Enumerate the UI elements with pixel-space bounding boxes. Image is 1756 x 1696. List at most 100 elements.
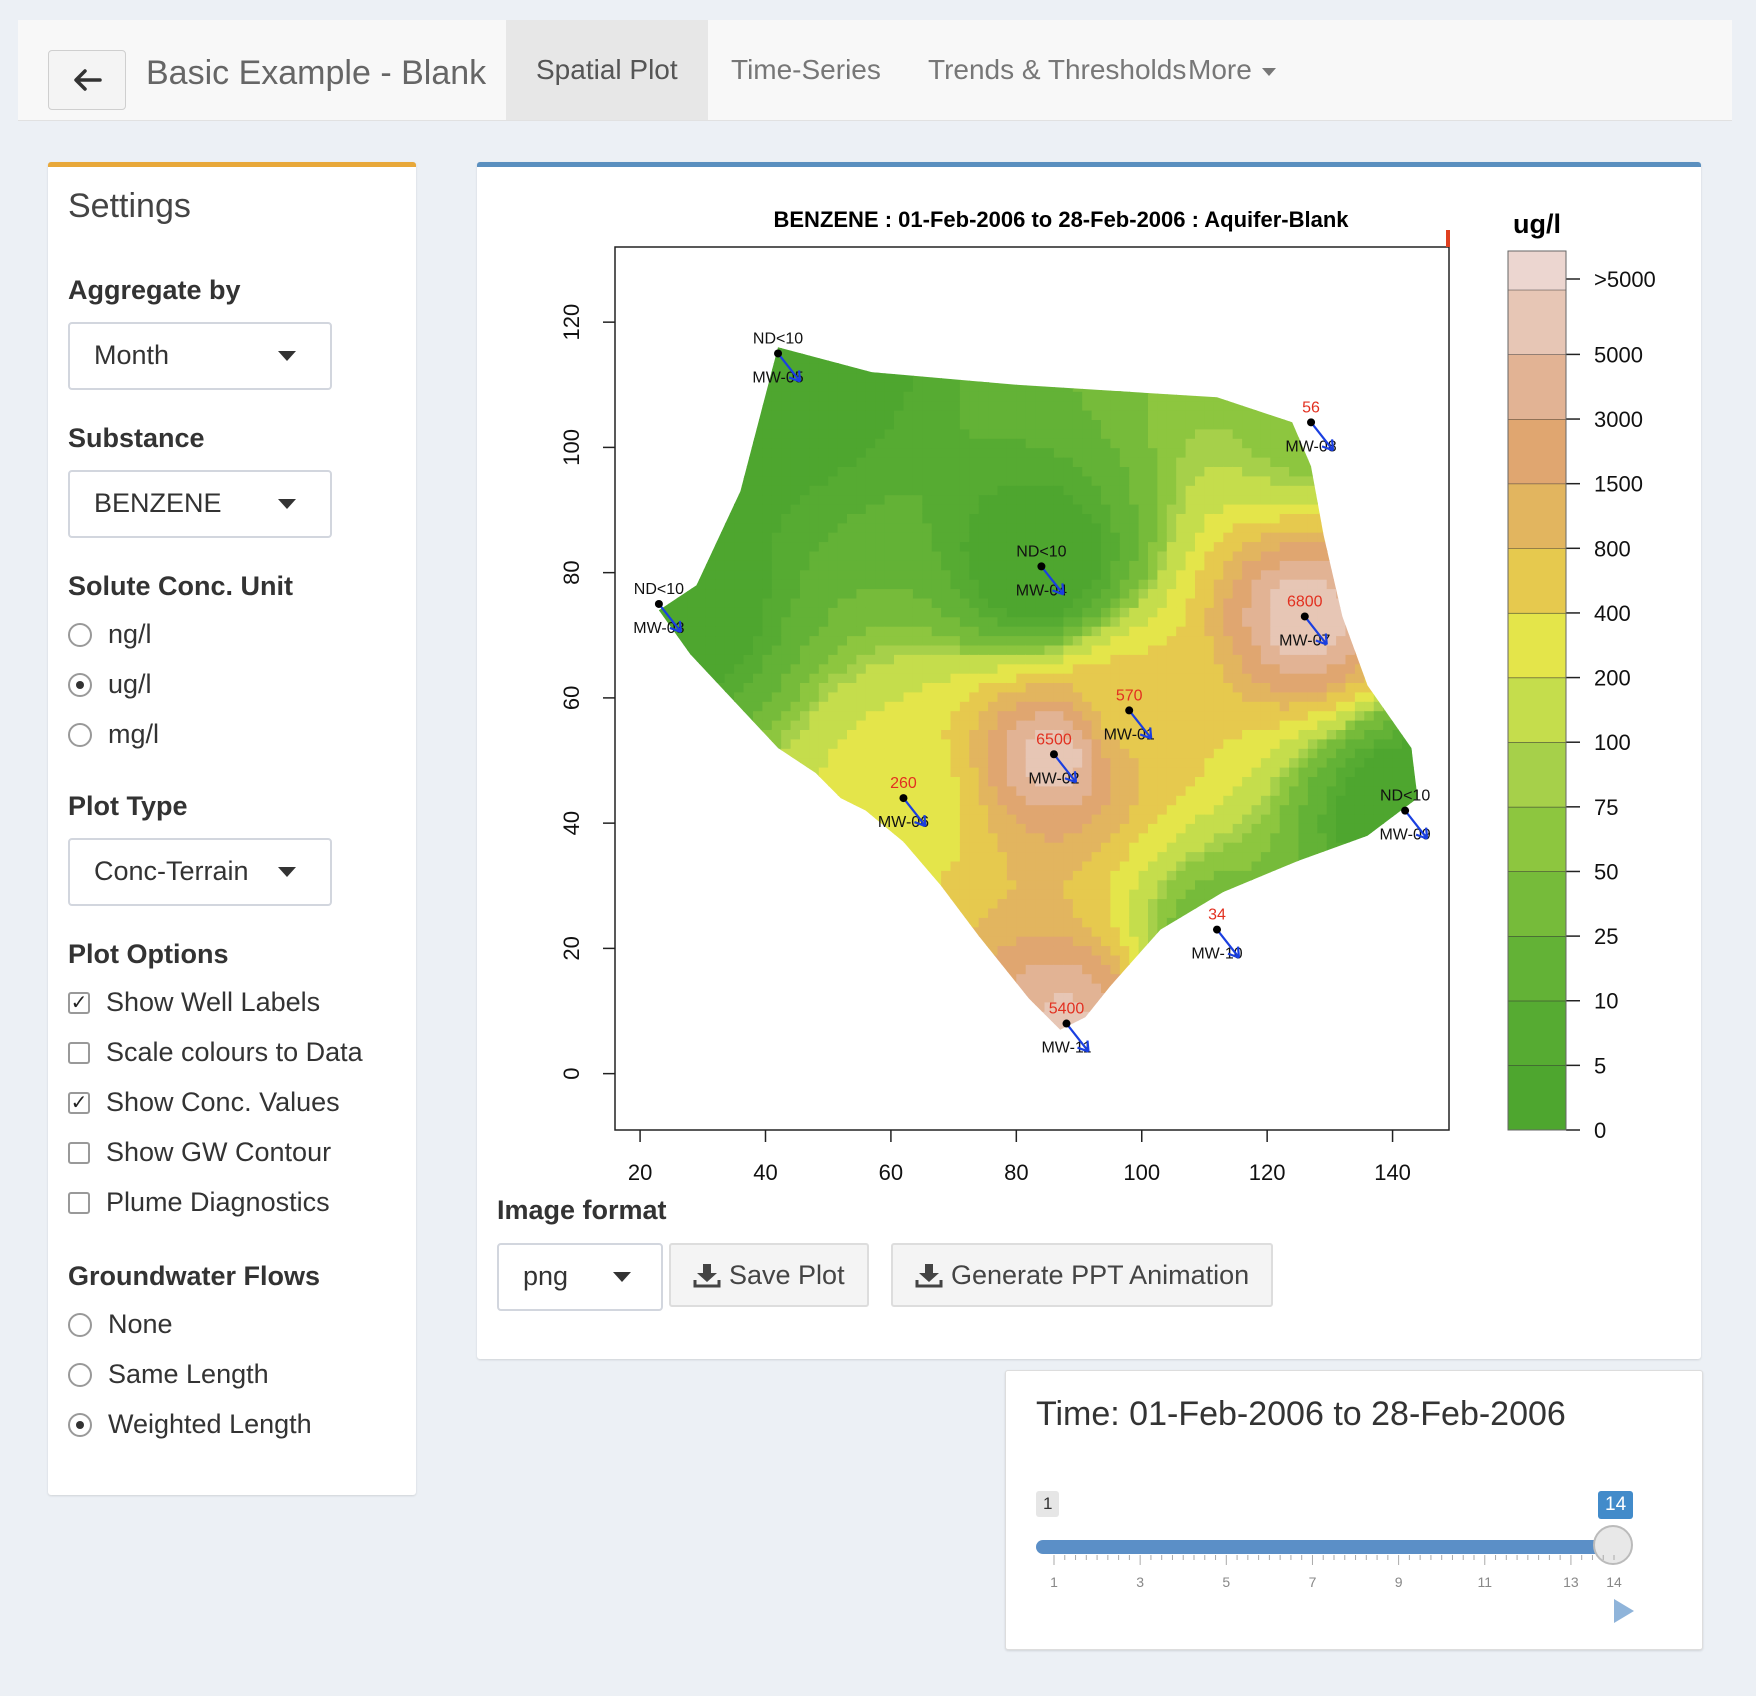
field-cell <box>1053 682 1065 693</box>
radio-circle[interactable] <box>68 722 92 747</box>
field-cell <box>959 635 971 646</box>
field-cell <box>771 625 782 637</box>
field-cell <box>997 347 1008 355</box>
checkbox-scale-colours[interactable]: Scale colours to Data <box>68 1037 363 1068</box>
field-cell <box>771 494 782 505</box>
field-cell <box>1044 625 1055 637</box>
radio-unit-ugl[interactable]: ug/l <box>68 669 152 700</box>
radio-gw-same-length[interactable]: Same Length <box>68 1359 269 1390</box>
field-cell <box>856 428 867 439</box>
field-cell <box>903 663 914 674</box>
field-cell <box>1157 335 1167 345</box>
field-cell <box>640 382 650 392</box>
field-cell <box>800 456 811 467</box>
checkbox-unchecked[interactable] <box>68 1191 90 1214</box>
field-cell <box>978 578 989 590</box>
field-cell <box>950 560 961 571</box>
field-cell <box>912 672 924 683</box>
field-cell <box>790 409 801 420</box>
field-cell <box>828 428 839 439</box>
field-cell <box>677 691 688 702</box>
field-cell <box>734 607 745 618</box>
checkbox-plume-diagnostics[interactable]: Plume Diagnostics <box>68 1187 330 1218</box>
field-cell <box>997 428 1008 439</box>
field-cell <box>818 795 829 806</box>
field-cell <box>696 353 707 364</box>
field-cell <box>724 588 735 599</box>
field-cell <box>1148 428 1159 439</box>
field-cell <box>1195 494 1206 505</box>
field-cell <box>847 372 858 383</box>
field-cell <box>1063 879 1074 890</box>
field-cell <box>1138 513 1149 524</box>
radio-gw-weighted-length[interactable]: Weighted Length <box>68 1409 312 1440</box>
field-cell <box>668 766 679 777</box>
field-cell <box>1006 804 1018 815</box>
field-cell <box>1072 428 1083 439</box>
field-cell <box>1195 757 1206 768</box>
field-cell <box>800 1039 810 1049</box>
field-cell <box>1016 607 1027 618</box>
field-cell <box>724 347 735 355</box>
field-cell <box>828 409 839 420</box>
field-cell <box>856 804 867 815</box>
field-cell <box>1213 804 1224 815</box>
field-cell <box>894 945 905 956</box>
back-button[interactable] <box>48 50 126 110</box>
radio-circle[interactable] <box>68 1312 92 1337</box>
checkbox-show-well-labels[interactable]: ✓ Show Well Labels <box>68 987 320 1018</box>
field-cell <box>724 907 735 918</box>
field-cell <box>941 1020 952 1030</box>
field-cell <box>941 456 952 467</box>
field-cell <box>1035 466 1046 477</box>
field-cell <box>1091 766 1102 777</box>
checkbox-show-conc-values[interactable]: ✓ Show Conc. Values <box>68 1087 340 1118</box>
field-cell <box>1138 654 1149 665</box>
tab-time-series[interactable]: Time-Series <box>701 20 911 120</box>
field-cell <box>1082 804 1093 815</box>
radio-circle[interactable] <box>68 622 92 647</box>
radio-gw-none[interactable]: None <box>68 1309 173 1340</box>
field-cell <box>1119 766 1130 777</box>
substance-select[interactable]: BENZENE <box>68 470 332 538</box>
field-cell <box>1213 832 1224 843</box>
field-cell <box>1166 353 1177 364</box>
field-cell <box>865 748 876 759</box>
radio-unit-mgl[interactable]: mg/l <box>68 719 159 750</box>
field-cell <box>1166 823 1177 834</box>
checkbox-checked[interactable]: ✓ <box>68 991 90 1014</box>
field-cell <box>1006 485 1018 496</box>
field-cell <box>1138 1011 1149 1022</box>
field-cell <box>1072 347 1083 355</box>
field-cell <box>969 550 980 561</box>
field-cell <box>1072 823 1083 834</box>
field-cell <box>959 691 971 702</box>
radio-circle[interactable] <box>68 672 92 697</box>
field-cell <box>734 663 745 674</box>
checkbox-unchecked[interactable] <box>68 1141 90 1164</box>
field-cell <box>950 503 961 514</box>
field-cell <box>847 607 858 618</box>
checkbox-show-gw-contour[interactable]: Show GW Contour <box>68 1137 331 1168</box>
field-cell <box>837 654 848 665</box>
radio-circle[interactable] <box>68 1362 92 1387</box>
field-cell <box>1016 438 1027 449</box>
radio-circle[interactable] <box>68 1412 92 1437</box>
checkbox-unchecked[interactable] <box>68 1041 90 1064</box>
radio-unit-ngl[interactable]: ng/l <box>68 619 152 650</box>
checkbox-checked[interactable]: ✓ <box>68 1091 90 1114</box>
field-cell <box>1082 964 1093 975</box>
field-cell <box>1101 757 1112 768</box>
field-cell <box>809 917 820 928</box>
field-cell <box>1129 785 1140 796</box>
plot-type-select[interactable]: Conc-Terrain <box>68 838 332 906</box>
field-cell <box>997 907 1008 918</box>
field-cell <box>1044 888 1055 900</box>
field-cell <box>903 1001 914 1012</box>
tab-spatial-plot[interactable]: Spatial Plot <box>506 20 708 120</box>
field-cell <box>753 654 764 665</box>
tab-more[interactable]: More <box>1158 20 1306 120</box>
field-cell <box>1204 766 1215 777</box>
aggregate-select[interactable]: Month <box>68 322 332 390</box>
field-cell <box>715 823 726 834</box>
